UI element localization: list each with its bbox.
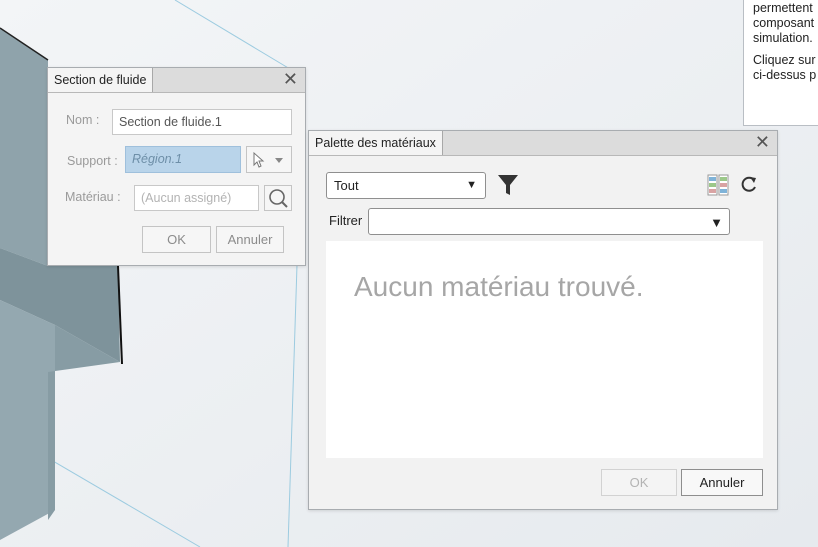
dialog-title: Palette des matériaux: [309, 131, 443, 155]
compare-materials-icon[interactable]: [707, 174, 731, 196]
help-line: Cliquez sur: [753, 53, 816, 67]
support-label: Support :: [67, 154, 118, 168]
close-icon[interactable]: ✕: [755, 132, 770, 152]
material-search-button[interactable]: [264, 185, 292, 211]
cancel-button[interactable]: Annuler: [216, 226, 284, 253]
category-value: Tout: [334, 178, 359, 193]
cancel-button[interactable]: Annuler: [681, 469, 763, 496]
material-field[interactable]: (Aucun assigné): [134, 185, 259, 211]
dialog-title: Section de fluide: [48, 68, 154, 92]
filter-icon[interactable]: [497, 173, 519, 197]
ok-button[interactable]: OK: [142, 226, 211, 253]
dialog-titlebar[interactable]: Palette des matériaux ✕: [309, 131, 777, 156]
filter-label: Filtrer: [329, 213, 363, 228]
chevron-down-icon: ▼: [466, 179, 477, 191]
category-select[interactable]: Tout ▼: [326, 172, 486, 199]
material-list[interactable]: Aucun matériau trouvé.: [326, 241, 763, 458]
search-icon: [269, 189, 288, 208]
chevron-down-icon: [275, 158, 283, 163]
selection-mode-button[interactable]: [246, 146, 292, 173]
help-line: ci-dessus p: [753, 68, 817, 82]
cursor-arrow-icon: [253, 151, 283, 168]
help-line: simulation.: [753, 31, 813, 45]
material-label: Matériau :: [65, 190, 121, 204]
support-field[interactable]: Région.1: [125, 146, 241, 173]
name-label: Nom :: [66, 113, 100, 127]
chevron-down-icon: ▼: [710, 215, 723, 230]
material-palette-dialog: Palette des matériaux ✕ Tout ▼ Filtrer ▼…: [308, 130, 778, 510]
dialog-titlebar[interactable]: Section de fluide ✕: [48, 68, 305, 93]
help-line: composant: [753, 16, 815, 30]
filter-input[interactable]: ▼: [368, 208, 730, 235]
empty-message: Aucun matériau trouvé.: [354, 271, 644, 302]
help-line: permettent: [753, 1, 813, 15]
refresh-icon[interactable]: [738, 174, 760, 196]
help-panel: permettent composant simulation. Cliquez…: [743, 0, 818, 126]
name-field[interactable]: Section de fluide.1: [112, 109, 292, 135]
fluid-section-dialog: Section de fluide ✕ Nom : Section de flu…: [47, 67, 306, 266]
close-icon[interactable]: ✕: [283, 69, 298, 89]
ok-button[interactable]: OK: [601, 469, 677, 496]
